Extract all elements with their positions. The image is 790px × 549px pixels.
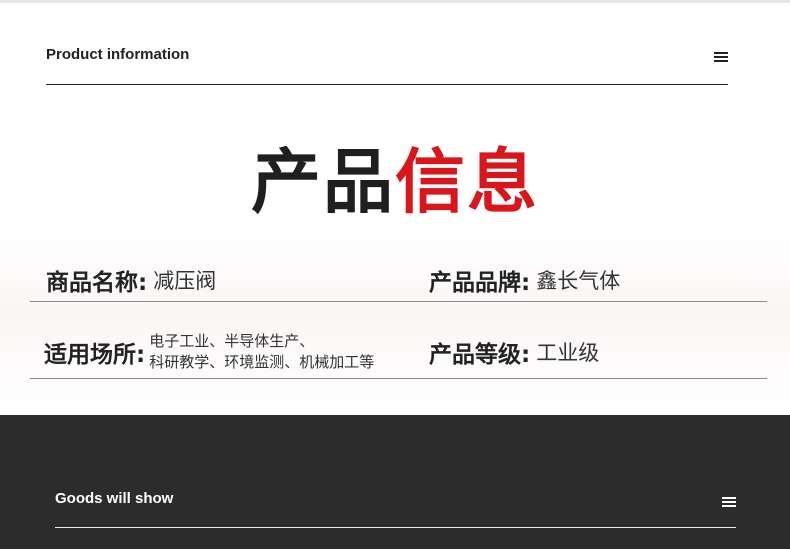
usage-value-line-1: 电子工业、半导体生产、 [149,332,315,350]
usage-field: 适用场所: 电子工业、半导体生产、 科研教学、环境监测、机械加工等 [44,326,374,378]
page-title: 产品信息 [0,126,790,227]
top-divider [0,0,790,3]
info-row-2: 适用场所: 电子工业、半导体生产、 科研教学、环境监测、机械加工等 产品等级: … [30,326,767,379]
usage-label: 适用场所: [44,342,146,368]
product-name-field: 商品名称: 减压阀 [46,258,216,301]
product-name-value: 减压阀 [153,268,217,293]
usage-value-line-2: 科研教学、环境监测、机械加工等 [149,353,375,371]
usage-value: 电子工业、半导体生产、 科研教学、环境监测、机械加工等 [149,331,374,373]
page-title-dark: 产品 [251,141,395,223]
info-row-1: 商品名称: 减压阀 产品品牌: 鑫长气体 [30,258,767,302]
product-grade-label: 产品等级: [429,342,531,368]
product-grade-field: 产品等级: 工业级 [429,326,599,378]
goods-show-section: Goods will show [0,415,790,549]
section-header: Product information [46,40,728,85]
product-grade-value: 工业级 [536,341,600,365]
section-title: Product information [46,46,190,63]
product-brand-label: 产品品牌: [429,269,531,296]
product-brand-field: 产品品牌: 鑫长气体 [429,258,620,301]
product-name-label: 商品名称: [46,269,148,296]
goods-show-title: Goods will show [55,490,174,507]
product-info-section: Product information 产品信息 商品名称: 减压阀 产品品牌:… [0,0,790,415]
menu-icon[interactable] [714,52,728,62]
product-brand-value: 鑫长气体 [536,268,621,293]
menu-icon[interactable] [722,497,736,507]
page-title-red: 信息 [395,141,539,223]
goods-show-header: Goods will show [55,485,736,528]
